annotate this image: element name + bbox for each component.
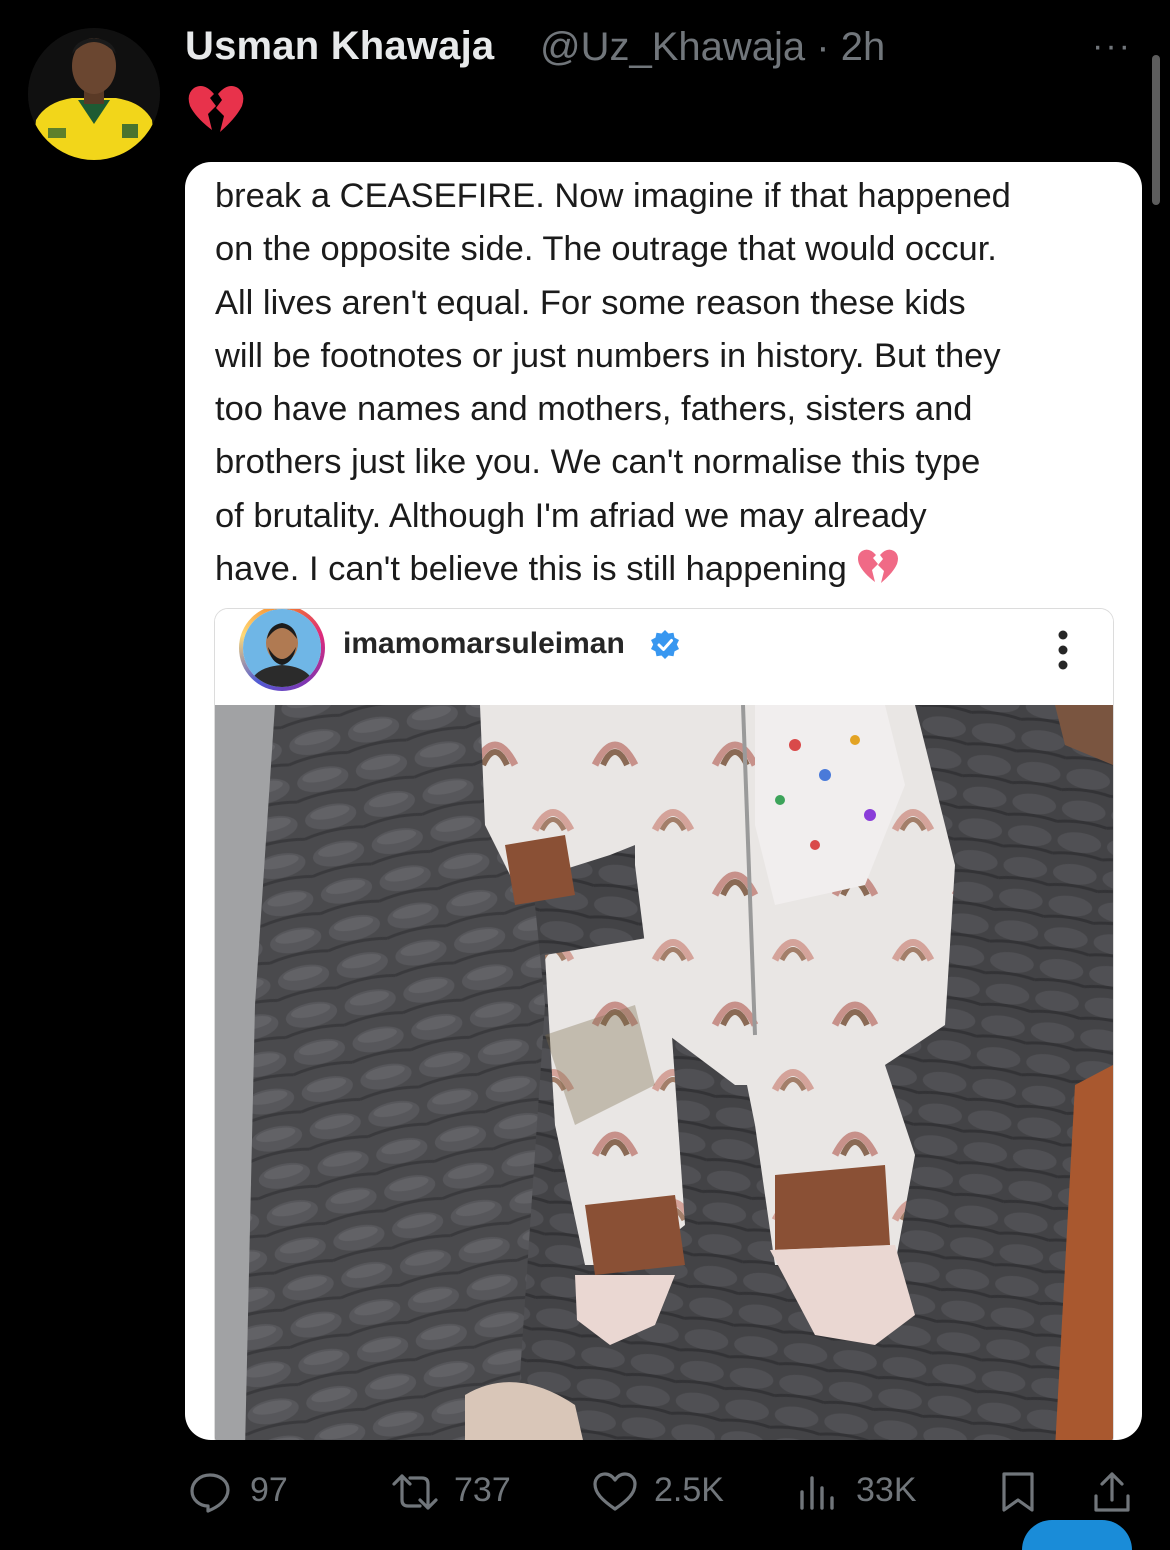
views-count: 33K: [856, 1471, 917, 1509]
author-handle-time[interactable]: @Uz_Khawaja · 2h: [540, 25, 885, 70]
floating-compose-button[interactable]: [1022, 1520, 1132, 1550]
instagram-photo: [215, 704, 1113, 1440]
verified-badge-icon: [649, 629, 681, 661]
like-count: 2.5K: [654, 1471, 724, 1509]
caption-line: All lives aren't equal. For some reason …: [215, 283, 966, 322]
share-icon: [1094, 1472, 1130, 1512]
more-options-icon[interactable]: ···: [1092, 26, 1142, 66]
views-button[interactable]: 33K: [796, 1468, 936, 1512]
repost-count: 737: [454, 1471, 511, 1509]
caption-line: have. I can't believe this is still happ…: [215, 550, 847, 589]
share-button[interactable]: [1090, 1468, 1134, 1512]
reply-count: 97: [250, 1471, 288, 1509]
instagram-username: imamomarsuleiman: [343, 627, 625, 660]
reply-button[interactable]: 97: [188, 1468, 308, 1513]
bookmark-icon: [1002, 1472, 1034, 1512]
author-name[interactable]: Usman Khawaja: [185, 24, 494, 69]
scrollbar[interactable]: [1152, 55, 1160, 205]
repost-button[interactable]: 737: [388, 1468, 528, 1512]
views-chart-icon: [800, 1476, 834, 1510]
reply-icon: [190, 1473, 230, 1513]
like-button[interactable]: 2.5K: [592, 1468, 742, 1512]
broken-heart-icon: [186, 80, 246, 136]
instagram-more-icon: [1053, 623, 1073, 679]
caption-line: on the opposite side. The outrage that w…: [215, 230, 997, 269]
instagram-post: imamomarsuleiman: [214, 608, 1114, 1440]
instagram-avatar: [243, 609, 321, 687]
tweet-actions: 97 737 2.5K 33K: [0, 1448, 1170, 1535]
author-avatar[interactable]: [28, 28, 160, 160]
instagram-avatar-ring: [239, 609, 325, 691]
heart-icon: [593, 1472, 637, 1511]
caption-line: too have names and mothers, fathers, sis…: [215, 390, 973, 429]
caption-line-last: have. I can't believe this is still happ…: [215, 543, 1115, 596]
caption-line: will be footnotes or just numbers in his…: [215, 336, 1001, 375]
screenshot-caption: break a CEASEFIRE. Now imagine if that h…: [215, 170, 1115, 596]
bookmark-button[interactable]: [998, 1468, 1042, 1512]
caption-line: brothers just like you. We can't normali…: [215, 443, 981, 482]
repost-icon: [392, 1474, 438, 1510]
broken-heart-icon: [856, 546, 900, 586]
caption-line: of brutality. Although I'm afriad we may…: [215, 496, 927, 535]
instagram-header: imamomarsuleiman: [215, 609, 1113, 705]
caption-line: break a CEASEFIRE. Now imagine if that h…: [215, 177, 1011, 215]
attached-image[interactable]: break a CEASEFIRE. Now imagine if that h…: [185, 162, 1142, 1440]
